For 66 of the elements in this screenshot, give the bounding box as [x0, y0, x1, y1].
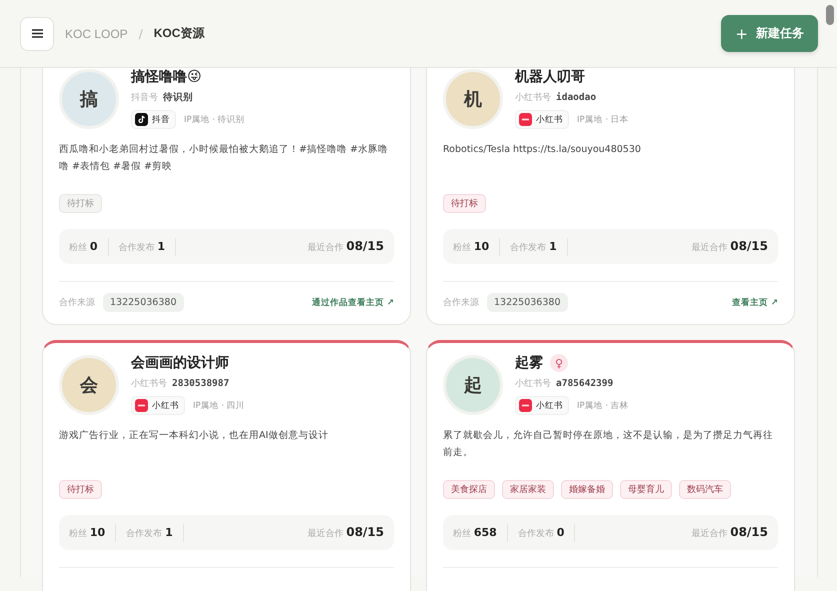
platform-badge: 小红书: [131, 396, 185, 415]
note-icon: [135, 113, 148, 126]
creator-name: 会画画的设计师: [131, 354, 229, 372]
handle-label: 小红书号: [131, 378, 167, 390]
bio-text: Robotics/Tesla https://ts.la/souyou480530: [443, 143, 642, 157]
gender-badge: ♀: [550, 354, 568, 372]
avatar-circle: 起: [443, 355, 503, 415]
platform-badge: 抖音: [131, 110, 176, 129]
recent-stat: 最近合作 08/15: [691, 525, 768, 540]
breadcrumb-separator: /: [138, 26, 143, 40]
source-label: 合作来源: [59, 296, 95, 309]
bio-text: 累了就歇会儿，允许自己暂时停在原地，这不是认输，是为了攒足力气再往前走。: [443, 429, 774, 460]
handle-value: a785642399: [556, 378, 614, 389]
tag: 母婴育儿: [620, 480, 672, 499]
creator-name: 起雾: [515, 354, 543, 372]
recent-stat: 最近合作 08/15: [691, 239, 768, 254]
tag: 待打标: [59, 480, 102, 499]
handle-label: 抖音号: [131, 92, 158, 104]
tag: 婚嫁备婚: [561, 480, 613, 499]
platform-badge: 小红书: [515, 110, 569, 129]
ip-location: IP属地 · 待识别: [184, 114, 245, 126]
scrollbar-thumb[interactable]: [826, 5, 834, 25]
avatar-circle: 机: [443, 69, 503, 129]
tag: 数码汽车: [679, 480, 731, 499]
breadcrumb-link[interactable]: KOC LOOP: [65, 26, 128, 40]
app-icon: [519, 113, 532, 126]
menu-button[interactable]: [20, 16, 54, 50]
bio-text: 游戏广告行业，正在写一本科幻小说，也在用AI做创意与设计: [59, 429, 330, 443]
breadcrumb-link[interactable]: KOC资源: [154, 25, 204, 42]
posts-stat: 合作发布 1: [510, 240, 557, 254]
ip-location: IP属地 · 日本: [577, 114, 629, 126]
creator-name: 机器人叨哥: [515, 68, 585, 86]
fans-stat: 粉丝 10: [69, 526, 106, 540]
platform-badge: 小红书: [515, 396, 569, 415]
bio-text: 西瓜噜和小老弟回村过暑假，小时候最怕被大鹅追了！#搞怪噜噜 #水豚噜噜 #表情包 #暑假 #剪映: [59, 143, 389, 174]
tag: 家居家装: [502, 480, 554, 499]
handle-value: idaodao: [556, 92, 596, 103]
fans-stat: 粉丝 0: [69, 240, 98, 254]
fans-stat: 粉丝 10: [453, 240, 490, 254]
tag: 待打标: [59, 194, 102, 213]
handle-value: 2830538987: [172, 378, 230, 389]
avatar-circle: 会: [59, 355, 119, 415]
source-label: 合作来源: [443, 296, 479, 309]
fans-stat: 粉丝 658: [453, 526, 497, 540]
ip-location: IP属地 · 四川: [193, 400, 245, 412]
avatar-circle: 搞: [59, 69, 119, 129]
creator-name: 搞怪噜噜😜: [131, 68, 202, 86]
new-task-button[interactable]: + 新建任务: [721, 15, 818, 52]
posts-stat: 合作发布 0: [518, 526, 564, 540]
posts-stat: 合作发布 1: [126, 526, 173, 540]
profile-link[interactable]: 通过作品查看主页 ↗: [312, 296, 394, 308]
profile-link[interactable]: 查看主页 ↗: [732, 296, 778, 308]
handle-label: 小红书号: [515, 378, 551, 390]
source-value: 13225036380: [487, 293, 568, 312]
app-icon: [135, 399, 148, 412]
handle-label: 小红书号: [515, 92, 551, 104]
source-value: 13225036380: [103, 293, 184, 312]
tag: 美食探店: [443, 480, 495, 499]
tag: 待打标: [443, 194, 486, 213]
menu-icon: [32, 29, 42, 38]
recent-stat: 最近合作 08/15: [307, 239, 384, 254]
ip-location: IP属地 · 吉林: [577, 400, 629, 412]
posts-stat: 合作发布 1: [118, 240, 166, 254]
app-icon: [519, 399, 532, 412]
handle-value: 待识别: [163, 91, 193, 104]
recent-stat: 最近合作 08/15: [307, 525, 384, 540]
